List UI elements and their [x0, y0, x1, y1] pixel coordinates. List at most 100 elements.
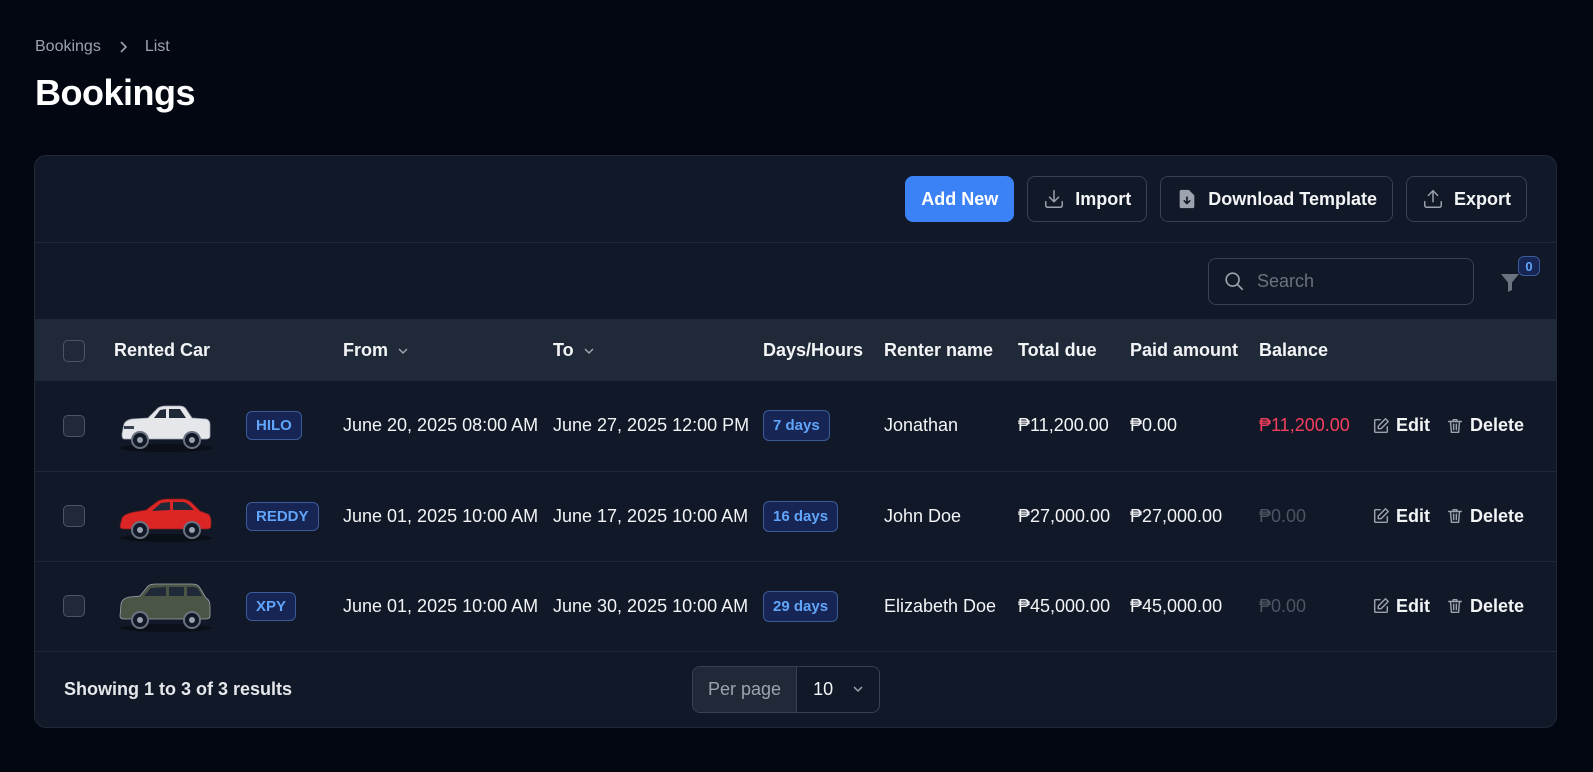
- from-cell: June 20, 2025 08:00 AM: [343, 415, 539, 436]
- chevron-down-icon: [853, 686, 863, 693]
- edit-icon: [1373, 508, 1389, 524]
- renter-name-cell: John Doe: [884, 505, 962, 526]
- table-row[interactable]: HILO June 20, 2025 08:00 AM June 27, 2025 …: [35, 381, 1556, 471]
- search-box: [1208, 257, 1474, 305]
- export-button[interactable]: Export: [1405, 176, 1527, 222]
- delete-label: Delete: [1470, 505, 1525, 526]
- search-row: 0: [35, 243, 1556, 320]
- plate-badge: HILO: [246, 411, 302, 441]
- column-rented-car: Rented Car: [114, 340, 211, 360]
- paid-amount-cell: ₱45,000.00: [1130, 595, 1223, 616]
- row-checkbox[interactable]: [63, 414, 85, 437]
- days-cell: 7 days: [763, 381, 884, 471]
- total-due-cell: ₱11,200.00: [1018, 415, 1109, 436]
- table-toolbar: Add New Import Download Template Export: [35, 156, 1556, 243]
- balance-cell: ₱0.00: [1259, 505, 1307, 526]
- search-input[interactable]: [1257, 270, 1457, 292]
- delete-button[interactable]: Delete: [1446, 506, 1524, 527]
- download-template-label: Download Template: [1208, 188, 1377, 209]
- delete-button[interactable]: Delete: [1446, 596, 1524, 617]
- total-due-cell: ₱27,000.00: [1018, 505, 1111, 526]
- balance-cell: ₱0.00: [1259, 595, 1307, 616]
- total-due-cell: ₱45,000.00: [1018, 595, 1111, 616]
- per-page-select[interactable]: 10: [797, 667, 879, 712]
- column-balance: Balance: [1259, 340, 1329, 360]
- renter-name-cell: Elizabeth Doe: [884, 595, 997, 616]
- column-total-due: Total due: [1018, 340, 1097, 360]
- days-badge: 7 days: [763, 410, 830, 442]
- balance-cell: ₱11,200.00: [1259, 415, 1350, 436]
- breadcrumb: Bookings List: [35, 38, 170, 56]
- delete-label: Delete: [1470, 595, 1525, 616]
- edit-button[interactable]: Edit: [1372, 506, 1430, 527]
- import-label: Import: [1075, 188, 1132, 209]
- row-checkbox[interactable]: [63, 505, 85, 528]
- results-summary: Showing 1 to 3 of 3 results: [64, 678, 293, 699]
- select-all-cell: [35, 320, 114, 381]
- add-new-label: Add New: [921, 188, 999, 209]
- edit-button[interactable]: Edit: [1372, 415, 1430, 436]
- to-cell: June 27, 2025 12:00 PM: [553, 415, 750, 436]
- column-days-hours: Days/Hours: [763, 340, 864, 360]
- car-image: [119, 498, 212, 542]
- column-to-label: To: [553, 340, 574, 360]
- filter-button[interactable]: 0: [1498, 256, 1540, 296]
- to-cell: June 17, 2025 10:00 AM: [553, 505, 749, 526]
- page-title: Bookings: [35, 72, 196, 113]
- import-button[interactable]: Import: [1027, 176, 1148, 222]
- car-image: [120, 405, 212, 452]
- filter-count-badge: 0: [1518, 256, 1540, 276]
- chevron-right-icon: [120, 41, 127, 53]
- row-select-cell: [35, 381, 114, 471]
- rented-car-cell: REDDY: [114, 471, 343, 561]
- bookings-table-card: Add New Import Download Template Export …: [34, 155, 1557, 728]
- add-new-button[interactable]: Add New: [905, 176, 1015, 222]
- renter-name-cell: Jonathan: [884, 415, 959, 436]
- actions-cell: Edit Delete: [1372, 381, 1556, 471]
- table-header-row: Rented Car From To Days/Hours Renter nam…: [35, 320, 1556, 381]
- edit-label: Edit: [1396, 415, 1430, 436]
- days-badge: 29 days: [763, 590, 839, 622]
- column-actions: [1372, 320, 1556, 381]
- chevron-down-icon: [398, 347, 408, 354]
- download-icon: [1045, 190, 1064, 208]
- days-cell: 29 days: [763, 561, 884, 651]
- delete-label: Delete: [1470, 415, 1525, 436]
- bookings-table: Rented Car From To Days/Hours Renter nam…: [35, 320, 1556, 652]
- to-cell: June 30, 2025 10:00 AM: [553, 595, 749, 616]
- select-all-checkbox[interactable]: [63, 339, 85, 362]
- delete-button[interactable]: Delete: [1446, 415, 1524, 436]
- car-image: [119, 583, 212, 632]
- edit-button[interactable]: Edit: [1372, 596, 1430, 617]
- edit-icon: [1373, 417, 1389, 433]
- search-icon: [1225, 272, 1244, 291]
- table-row[interactable]: XPY June 01, 2025 10:00 AM June 30, 2025 1…: [35, 561, 1556, 651]
- table-footer: Showing 1 to 3 of 3 results Per page 10: [35, 652, 1556, 727]
- per-page-control: Per page 10: [692, 665, 881, 713]
- days-badge: 16 days: [763, 500, 839, 532]
- edit-label: Edit: [1396, 505, 1430, 526]
- column-from-label: From: [343, 340, 388, 360]
- trash-icon: [1447, 418, 1463, 433]
- column-to[interactable]: To: [553, 320, 763, 381]
- table-row[interactable]: REDDY June 01, 2025 10:00 AM June 17, 2025…: [35, 471, 1556, 561]
- breadcrumb-bookings-link[interactable]: Bookings: [35, 38, 101, 56]
- trash-icon: [1447, 598, 1463, 614]
- per-page-value: 10: [813, 678, 834, 699]
- upload-icon: [1424, 190, 1442, 208]
- download-template-button[interactable]: Download Template: [1160, 176, 1393, 222]
- column-paid-amount: Paid amount: [1130, 340, 1239, 360]
- edit-icon: [1373, 598, 1389, 614]
- paid-amount-cell: ₱0.00: [1130, 415, 1178, 436]
- column-from[interactable]: From: [343, 320, 553, 381]
- actions-cell: Edit Delete: [1372, 561, 1556, 651]
- export-label: Export: [1453, 188, 1511, 209]
- row-checkbox[interactable]: [63, 595, 85, 618]
- from-cell: June 01, 2025 10:00 AM: [343, 505, 539, 526]
- edit-label: Edit: [1396, 595, 1430, 616]
- chevron-down-icon: [584, 347, 594, 354]
- plate-badge: XPY: [246, 591, 297, 621]
- column-renter-name: Renter name: [884, 340, 994, 360]
- from-cell: June 01, 2025 10:00 AM: [343, 595, 539, 616]
- rented-car-cell: XPY: [114, 561, 343, 651]
